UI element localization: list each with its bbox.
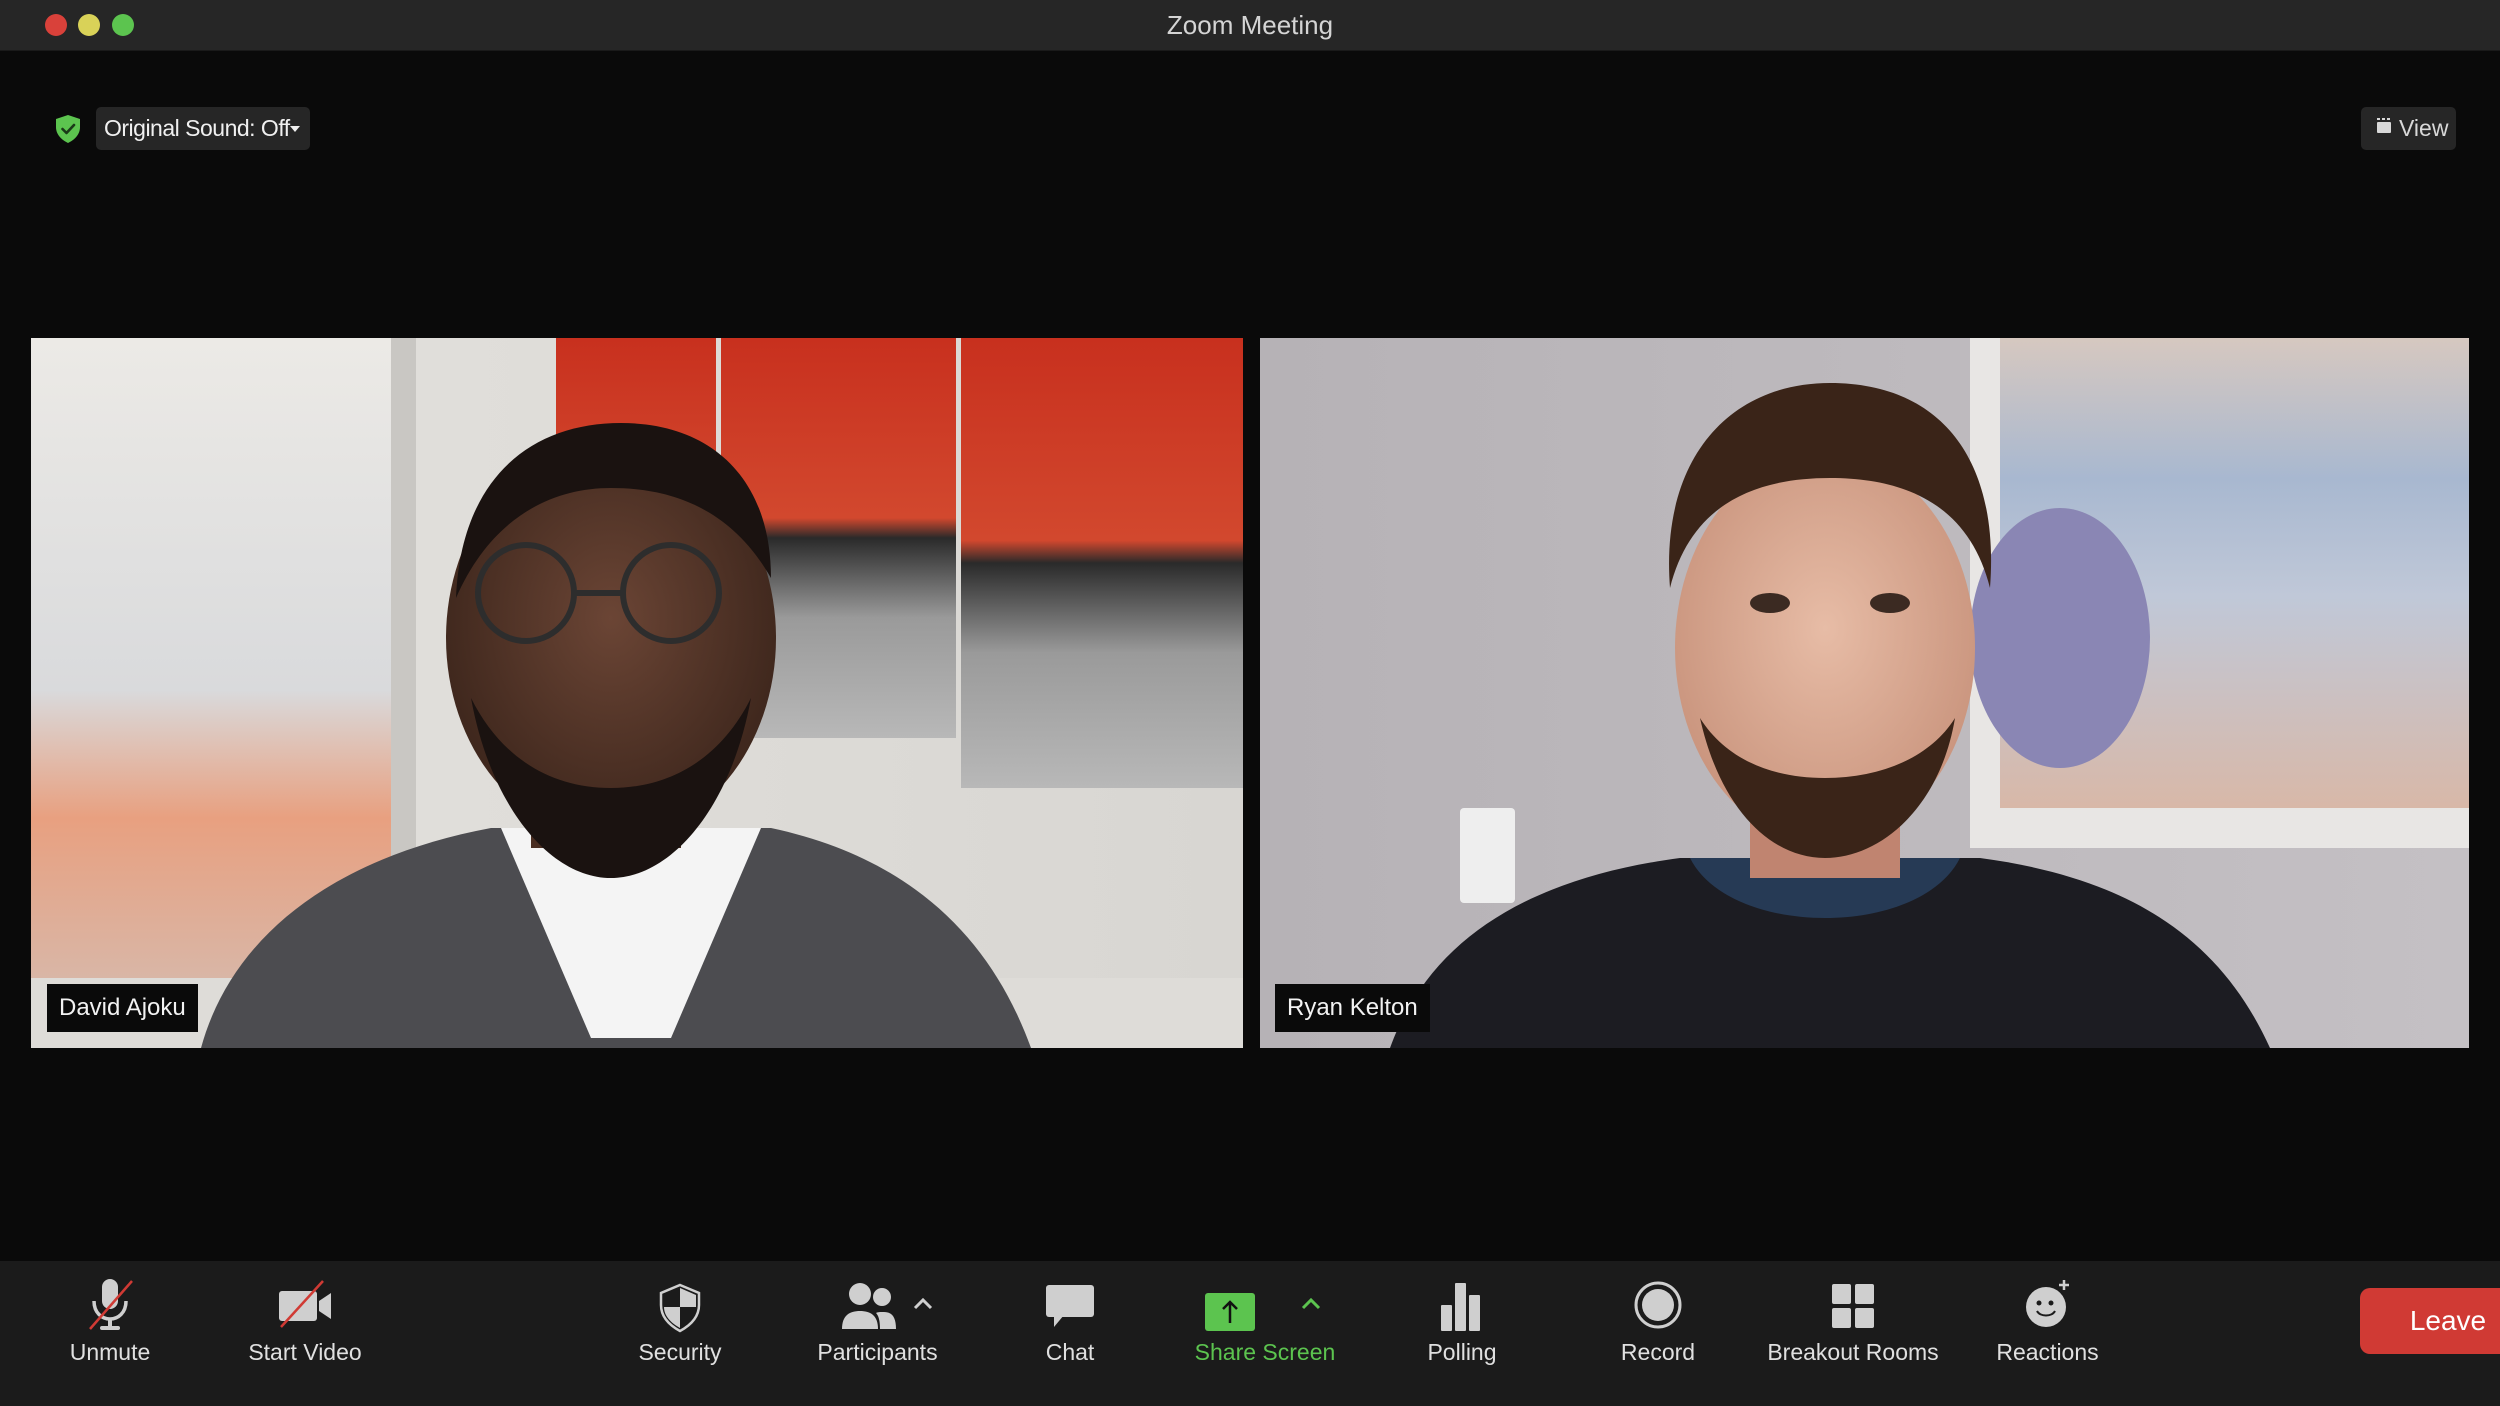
share-screen-options-chevron-up-icon[interactable] — [1300, 1297, 1322, 1311]
participant-video-feed — [1260, 338, 2469, 1048]
shield-icon — [659, 1283, 701, 1333]
chat-button[interactable]: Chat — [1020, 1261, 1120, 1406]
unmute-label: Unmute — [69, 1339, 151, 1365]
microphone-muted-icon — [89, 1279, 133, 1330]
record-button[interactable]: Record — [1608, 1261, 1708, 1406]
chevron-down-icon — [290, 126, 300, 132]
security-label: Security — [638, 1339, 722, 1365]
smiley-plus-icon — [2025, 1280, 2069, 1327]
start-video-button[interactable]: Start Video — [225, 1261, 385, 1406]
share-screen-label: Share Screen — [1194, 1339, 1336, 1365]
participants-label: Participants — [817, 1339, 938, 1365]
reactions-button[interactable]: Reactions — [1990, 1261, 2105, 1406]
polling-label: Polling — [1427, 1339, 1497, 1365]
meeting-controls-toolbar: Unmute Start Video Security Participants — [0, 1261, 2500, 1406]
chat-bubble-icon — [1046, 1285, 1094, 1327]
original-sound-toggle[interactable]: Original Sound: Off — [96, 107, 310, 150]
unmute-button[interactable]: Unmute — [40, 1261, 180, 1406]
reactions-label: Reactions — [1996, 1339, 2099, 1365]
video-tile-david-ajoku[interactable]: David Ajoku — [31, 338, 1243, 1048]
chat-label: Chat — [1045, 1339, 1095, 1365]
gallery-view-icon — [2377, 118, 2391, 133]
view-button[interactable]: View — [2361, 107, 2456, 150]
participant-video-feed — [31, 338, 1243, 1048]
participant-name-label: David Ajoku — [47, 984, 198, 1032]
breakout-rooms-label: Breakout Rooms — [1767, 1339, 1939, 1365]
breakout-rooms-button[interactable]: Breakout Rooms — [1758, 1261, 1948, 1406]
title-bar: Zoom Meeting — [0, 0, 2500, 51]
video-tile-ryan-kelton[interactable]: Ryan Kelton — [1260, 338, 2469, 1048]
share-screen-icon — [1205, 1293, 1255, 1331]
original-sound-label: Original Sound: Off — [104, 115, 290, 141]
share-screen-button[interactable]: Share Screen — [1190, 1261, 1340, 1406]
bar-chart-icon — [1441, 1283, 1480, 1331]
window-title: Zoom Meeting — [1166, 10, 1334, 40]
participants-icon — [842, 1283, 896, 1329]
video-off-icon — [279, 1280, 331, 1328]
grid-icon — [1832, 1284, 1874, 1328]
participant-name-label: Ryan Kelton — [1275, 984, 1430, 1032]
leave-button[interactable]: Leave — [2360, 1288, 2500, 1354]
record-label: Record — [1620, 1339, 1696, 1365]
shield-check-icon[interactable] — [54, 114, 82, 144]
start-video-label: Start Video — [248, 1339, 362, 1365]
polling-button[interactable]: Polling — [1412, 1261, 1512, 1406]
security-button[interactable]: Security — [620, 1261, 740, 1406]
participants-options-chevron-up-icon[interactable] — [912, 1297, 934, 1311]
participants-button[interactable]: Participants — [800, 1261, 955, 1406]
record-icon — [1634, 1281, 1682, 1329]
view-label: View — [2399, 115, 2449, 141]
